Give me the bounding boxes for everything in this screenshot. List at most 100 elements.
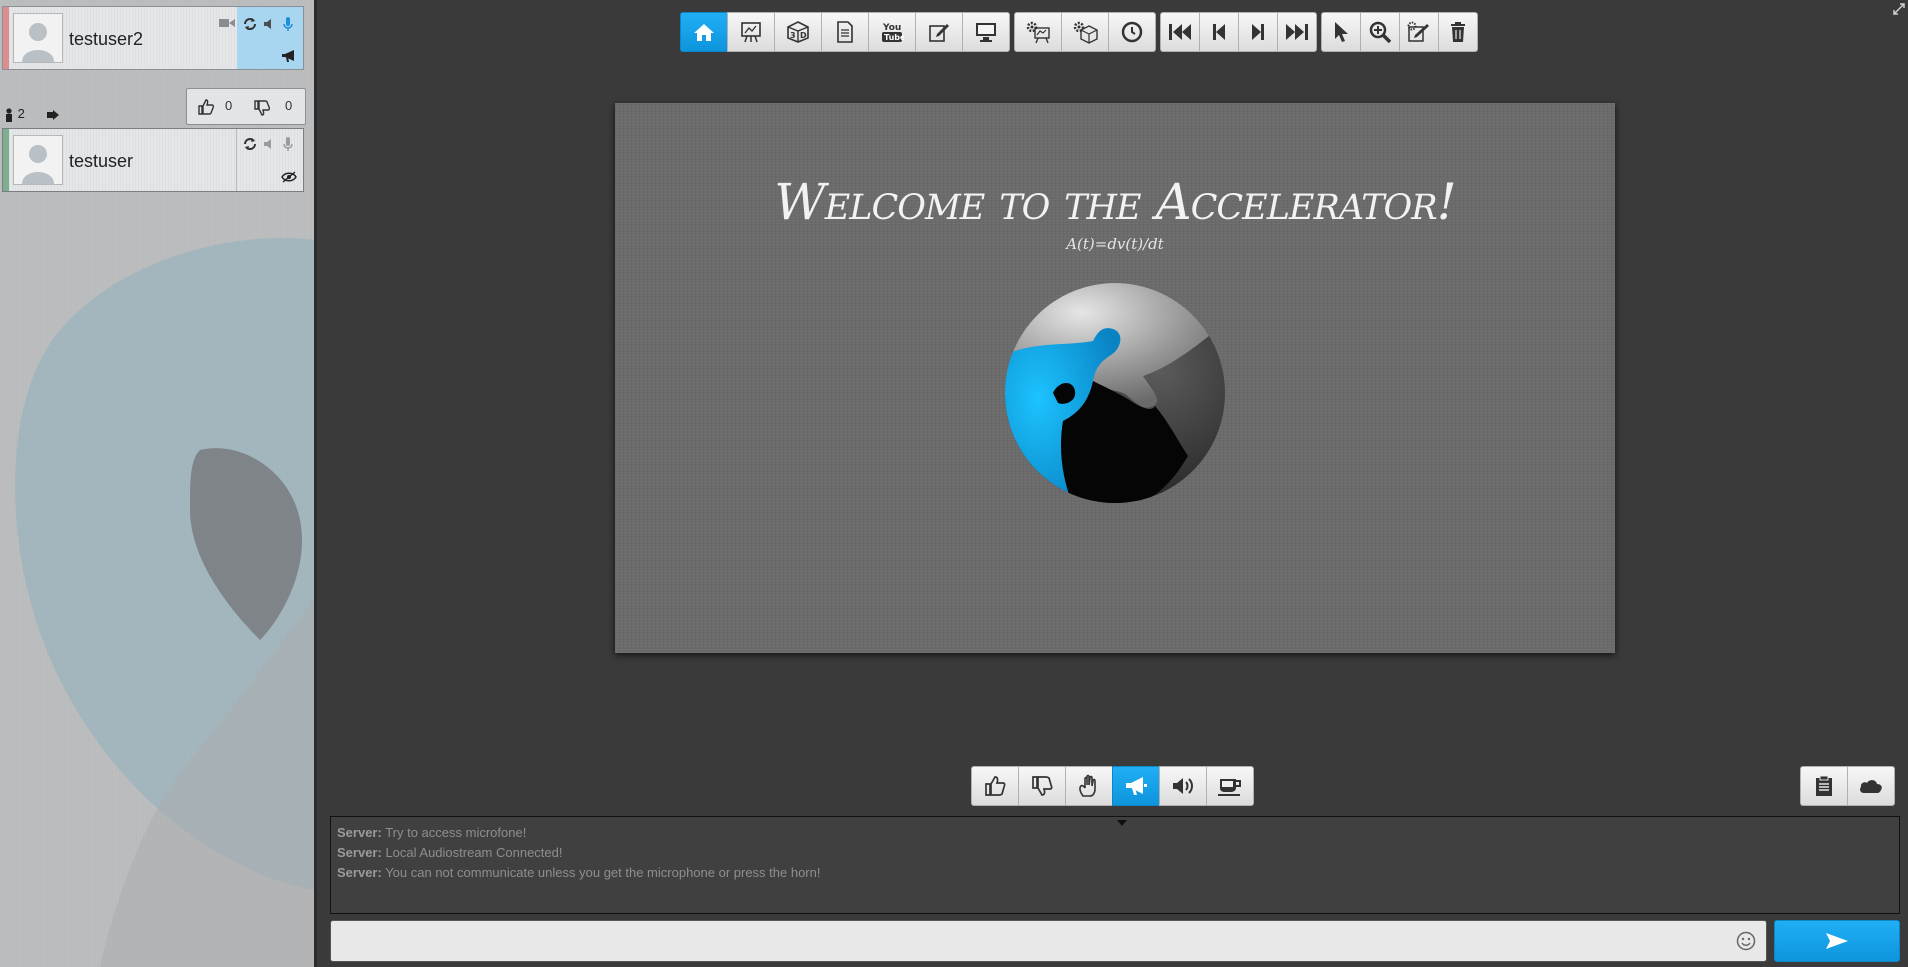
toolbar-group-navigation [1160, 12, 1317, 52]
thumbs-down-icon [1032, 776, 1053, 796]
main-toolbar: 3D You Tube [680, 12, 1482, 52]
clipboard-icon [1816, 775, 1832, 796]
clock-icon [1121, 21, 1143, 43]
last-slide-button[interactable] [1277, 12, 1317, 52]
speaker-icon[interactable] [263, 18, 275, 30]
microphone-icon[interactable] [283, 136, 293, 152]
first-icon [1169, 24, 1191, 40]
next-icon [1252, 24, 1264, 40]
chat-sender: Server: [337, 865, 382, 880]
user-color-stripe [3, 129, 9, 191]
trash-icon [1451, 22, 1465, 42]
horn-icon[interactable] [281, 49, 297, 63]
zoom-button[interactable] [1360, 12, 1400, 52]
3d-settings-button[interactable] [1061, 12, 1109, 52]
expand-icon[interactable] [1892, 2, 1906, 16]
whiteboard-icon [741, 22, 761, 43]
slide-subtitle: A(t)=dv(t)/dt [1066, 235, 1164, 253]
speaker-icon[interactable] [263, 138, 275, 150]
thumbs-down-icon[interactable] [253, 99, 271, 117]
pointer-icon [1335, 22, 1348, 42]
emoji-icon[interactable] [1736, 931, 1756, 951]
refresh-icon[interactable] [243, 137, 257, 151]
avatar [13, 13, 63, 63]
edit-settings-icon [1407, 21, 1429, 42]
user-name: testuser [69, 151, 134, 171]
participants-row: 2 [4, 106, 60, 122]
home-button[interactable] [680, 12, 728, 52]
thumbs-up-icon[interactable] [197, 98, 215, 116]
volume-button[interactable] [1159, 766, 1207, 806]
zoom-icon [1369, 21, 1391, 43]
microphone-icon[interactable] [283, 16, 293, 32]
3d-settings-icon [1073, 21, 1098, 44]
coffee-break-button[interactable] [1206, 766, 1254, 806]
chat-input[interactable] [330, 920, 1767, 962]
chat-text: Local Audiostream Connected! [385, 845, 563, 860]
presentation-slide[interactable]: Welcome to the Accelerator! A(t)=dv(t)/d… [615, 103, 1615, 653]
chat-log[interactable]: Server: Try to access microfone! Server:… [330, 816, 1900, 914]
reaction-toolbar [971, 766, 1254, 806]
avatar [13, 135, 63, 185]
refresh-icon[interactable] [243, 17, 257, 31]
next-slide-button[interactable] [1238, 12, 1278, 52]
person-icon [6, 107, 12, 122]
thumbs-up-button[interactable] [971, 766, 1019, 806]
home-icon [694, 24, 714, 41]
delete-button[interactable] [1438, 12, 1478, 52]
previous-slide-button[interactable] [1199, 12, 1239, 52]
document-button[interactable] [821, 12, 869, 52]
user-card-testuser[interactable]: testuser [2, 128, 304, 192]
down-votes-count: 0 [285, 98, 293, 113]
leave-icon[interactable] [46, 109, 60, 121]
user-control-panel [236, 129, 303, 191]
last-icon [1286, 24, 1308, 40]
pointer-button[interactable] [1321, 12, 1361, 52]
document-icon [837, 21, 853, 43]
up-votes-count: 0 [225, 98, 233, 113]
svg-text:Tube: Tube [884, 33, 904, 42]
user-color-stripe [3, 7, 9, 69]
horn-icon [1126, 777, 1147, 795]
whiteboard-button[interactable] [727, 12, 775, 52]
chevron-down-icon[interactable] [1116, 819, 1128, 827]
thumbs-up-icon [985, 776, 1006, 796]
hand-icon [1079, 774, 1096, 797]
toolbar-group-tools [1321, 12, 1478, 52]
first-slide-button[interactable] [1160, 12, 1200, 52]
send-icon [1826, 933, 1848, 949]
horn-button[interactable] [1112, 766, 1160, 806]
chat-text: Try to access microfone! [385, 825, 527, 840]
side-toolbar [1800, 766, 1895, 806]
cloud-button[interactable] [1847, 766, 1895, 806]
user-card-testuser2[interactable]: testuser2 [2, 6, 304, 70]
accelerator-logo [1005, 283, 1225, 503]
side-group [1800, 766, 1895, 806]
screen-icon [976, 23, 996, 42]
whiteboard-settings-button[interactable] [1014, 12, 1062, 52]
edit-button[interactable] [915, 12, 963, 52]
3d-button[interactable]: 3D [774, 12, 822, 52]
chat-sender: Server: [337, 825, 382, 840]
camera-icon[interactable] [219, 17, 235, 29]
edit-settings-button[interactable] [1399, 12, 1439, 52]
thumbs-down-button[interactable] [1018, 766, 1066, 806]
clipboard-button[interactable] [1800, 766, 1848, 806]
hidden-eye-icon[interactable] [281, 171, 297, 183]
participants-count: 2 [17, 106, 25, 121]
cloud-icon [1860, 780, 1882, 793]
toolbar-group-content: 3D You Tube [680, 12, 1010, 52]
whiteboard-settings-icon [1026, 21, 1050, 44]
send-button[interactable] [1774, 920, 1900, 962]
chat-text: You can not communicate unless you get t… [385, 865, 821, 880]
raise-hand-button[interactable] [1065, 766, 1113, 806]
history-button[interactable] [1108, 12, 1156, 52]
slide-title: Welcome to the Accelerator! [774, 173, 1456, 231]
chat-message: Server: You can not communicate unless y… [337, 863, 1893, 883]
3d-icon: 3D [787, 21, 809, 43]
youtube-icon: YouTube [882, 23, 904, 42]
svg-text:You: You [882, 23, 901, 33]
youtube-button[interactable]: You Tube [868, 12, 916, 52]
user-control-panel [237, 7, 303, 69]
screen-share-button[interactable] [962, 12, 1010, 52]
